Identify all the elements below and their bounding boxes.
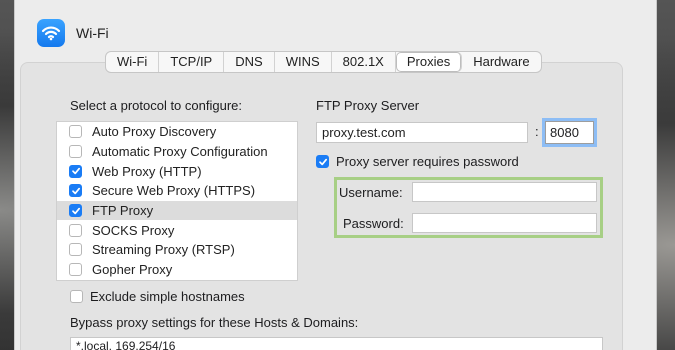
protocol-label: Web Proxy (HTTP) bbox=[92, 163, 202, 179]
protocol-label: Automatic Proxy Configuration bbox=[92, 144, 268, 160]
protocol-checkbox[interactable] bbox=[69, 145, 82, 159]
wifi-icon bbox=[37, 19, 65, 47]
protocol-row[interactable]: Web Proxy (HTTP) bbox=[57, 161, 297, 181]
protocol-row[interactable]: Auto Proxy Discovery bbox=[57, 122, 297, 142]
exclude-simple-hostnames-option[interactable]: Exclude simple hostnames bbox=[70, 289, 245, 304]
protocol-label: Secure Web Proxy (HTTPS) bbox=[92, 183, 256, 199]
checkmark-icon bbox=[71, 167, 80, 175]
protocol-checkbox[interactable] bbox=[69, 204, 82, 218]
protocol-checkbox[interactable] bbox=[69, 223, 82, 237]
tab-dns[interactable]: DNS bbox=[224, 52, 275, 72]
window-title: Wi-Fi bbox=[76, 25, 109, 41]
tab-8021x[interactable]: 802.1X bbox=[332, 52, 396, 72]
password-field[interactable] bbox=[412, 213, 597, 233]
proxy-port-field[interactable]: 8080 bbox=[542, 118, 597, 147]
protocol-checkbox[interactable] bbox=[69, 184, 82, 198]
tab-wifi[interactable]: Wi-Fi bbox=[106, 52, 160, 72]
exclude-simple-hostnames-label: Exclude simple hostnames bbox=[90, 289, 245, 304]
credentials-group: Username: Password: bbox=[334, 177, 603, 238]
protocol-checkbox[interactable] bbox=[69, 263, 82, 277]
protocol-list-heading: Select a protocol to configure: bbox=[70, 98, 242, 113]
exclude-simple-hostnames-checkbox[interactable] bbox=[70, 290, 83, 303]
protocol-checkbox[interactable] bbox=[69, 243, 82, 257]
protocol-row[interactable]: Streaming Proxy (RTSP) bbox=[57, 240, 297, 260]
username-label: Username: bbox=[339, 185, 403, 200]
protocol-row[interactable]: FTP Proxy bbox=[57, 200, 297, 221]
bypass-label: Bypass proxy settings for these Hosts & … bbox=[70, 315, 359, 330]
checkmark-icon bbox=[71, 187, 80, 195]
protocol-label: Gopher Proxy bbox=[92, 262, 173, 278]
protocol-checkbox[interactable] bbox=[69, 164, 82, 178]
username-field[interactable] bbox=[412, 182, 597, 202]
protocol-label: FTP Proxy bbox=[92, 203, 154, 219]
tab-tcpip[interactable]: TCP/IP bbox=[159, 52, 225, 72]
protocol-label: SOCKS Proxy bbox=[92, 222, 175, 238]
requires-password-checkbox[interactable] bbox=[316, 155, 329, 168]
port-separator: : bbox=[535, 124, 539, 139]
protocol-row[interactable]: SOCKS Proxy bbox=[57, 220, 297, 240]
bypass-hosts-field[interactable]: *.local, 169.254/16 bbox=[70, 337, 603, 350]
protocol-row[interactable]: Gopher Proxy bbox=[57, 260, 297, 280]
tab-wins[interactable]: WINS bbox=[275, 52, 332, 72]
protocol-list: Auto Proxy Discovery Automatic Proxy Conf… bbox=[56, 121, 298, 281]
protocol-row[interactable]: Automatic Proxy Configuration bbox=[57, 142, 297, 162]
title-bar: Wi-Fi bbox=[37, 18, 109, 48]
tab-hardware[interactable]: Hardware bbox=[462, 52, 540, 72]
tab-proxies[interactable]: Proxies bbox=[395, 52, 463, 72]
protocol-label: Auto Proxy Discovery bbox=[92, 124, 217, 140]
password-label: Password: bbox=[343, 216, 404, 231]
protocol-label: Streaming Proxy (RTSP) bbox=[92, 242, 235, 258]
checkmark-icon bbox=[71, 207, 80, 214]
requires-password-option[interactable]: Proxy server requires password bbox=[316, 154, 519, 169]
ftp-proxy-server-heading: FTP Proxy Server bbox=[316, 98, 420, 113]
tab-bar: Wi-Fi TCP/IP DNS WINS 802.1X Proxies Har… bbox=[105, 51, 542, 73]
protocol-checkbox[interactable] bbox=[69, 125, 82, 139]
checkmark-icon bbox=[318, 158, 327, 165]
proxy-server-field[interactable]: proxy.test.com bbox=[316, 122, 528, 143]
requires-password-label: Proxy server requires password bbox=[336, 154, 519, 169]
protocol-row[interactable]: Secure Web Proxy (HTTPS) bbox=[57, 181, 297, 201]
